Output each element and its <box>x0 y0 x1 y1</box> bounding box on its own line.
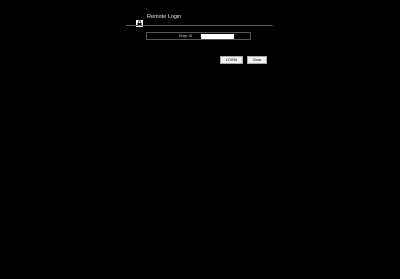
login-form: Enter ID <box>146 32 251 40</box>
remote-login-page: Remote Login Enter ID LOGIN Clear <box>0 0 400 279</box>
clear-button[interactable]: Clear <box>247 56 267 64</box>
header-divider <box>126 25 273 26</box>
id-input[interactable] <box>201 34 234 39</box>
lock-icon <box>136 14 143 27</box>
page-header: Remote Login <box>136 13 182 27</box>
page-title: Remote Login <box>147 14 182 20</box>
login-button[interactable]: LOGIN <box>220 56 243 64</box>
id-field-label: Enter ID <box>179 34 193 38</box>
